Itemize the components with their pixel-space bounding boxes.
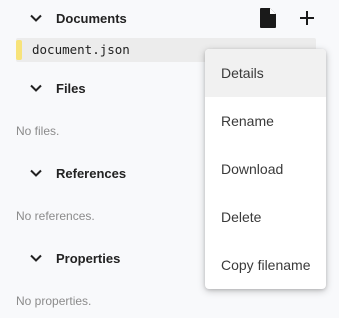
files-empty-text: No files.	[16, 124, 60, 138]
references-empty-text: No references.	[16, 209, 95, 223]
chevron-down-icon[interactable]	[28, 10, 44, 26]
new-document-icon[interactable]	[258, 7, 278, 29]
section-title-files: Files	[56, 80, 86, 96]
menu-item-delete[interactable]: Delete	[205, 193, 326, 241]
menu-item-copy-filename[interactable]: Copy filename	[205, 241, 326, 289]
document-name: document.json	[32, 42, 130, 57]
context-menu: Details Rename Download Delete Copy file…	[205, 49, 326, 289]
chevron-down-icon[interactable]	[28, 80, 44, 96]
chevron-down-icon[interactable]	[28, 165, 44, 181]
section-title-references: References	[56, 165, 127, 181]
menu-item-details[interactable]: Details	[205, 49, 326, 97]
menu-item-rename[interactable]: Rename	[205, 97, 326, 145]
properties-empty-text: No properties.	[16, 294, 92, 308]
document-color-marker	[16, 40, 22, 60]
section-title-documents: Documents	[56, 10, 127, 26]
chevron-down-icon[interactable]	[28, 250, 44, 266]
section-title-properties: Properties	[56, 250, 121, 266]
menu-item-download[interactable]: Download	[205, 145, 326, 193]
documents-section-header[interactable]: Documents	[0, 1, 339, 35]
plus-icon[interactable]	[297, 8, 317, 28]
